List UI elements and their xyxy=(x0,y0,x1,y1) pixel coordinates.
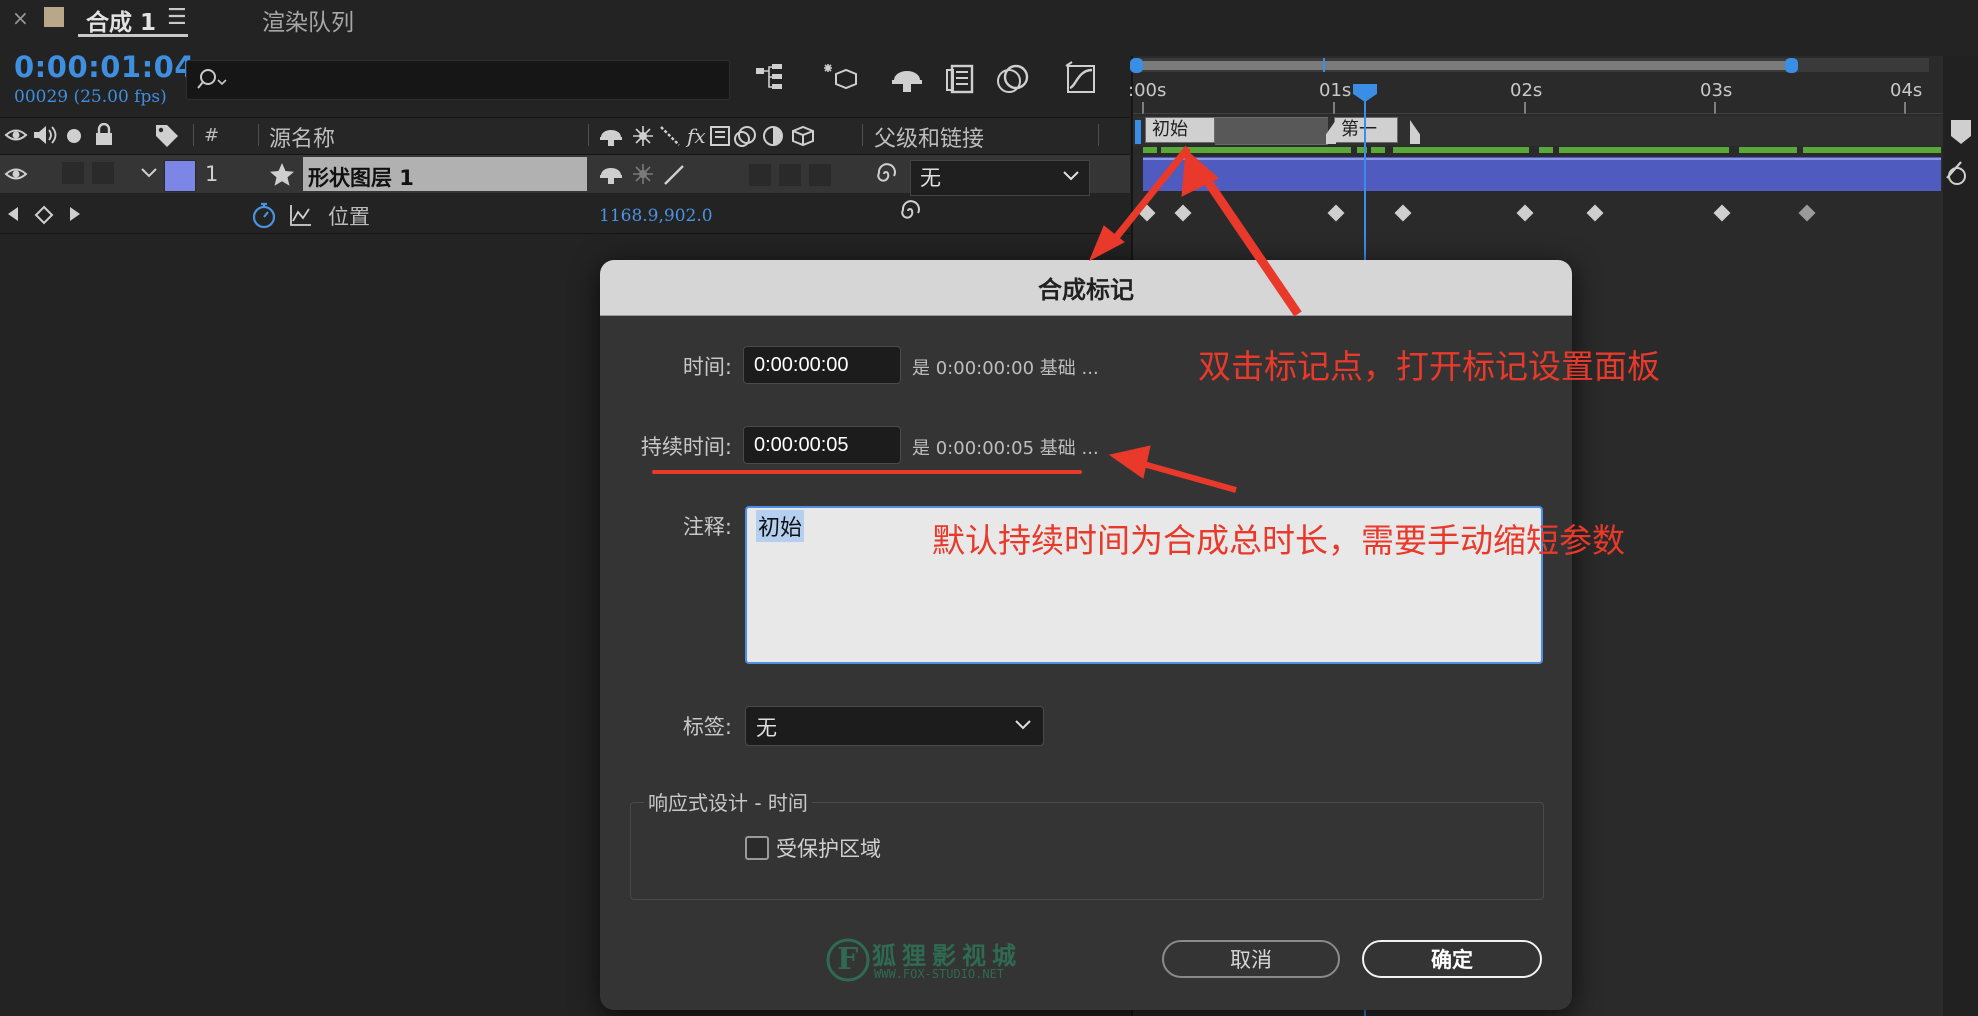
annotation-arrows xyxy=(1089,145,1302,493)
